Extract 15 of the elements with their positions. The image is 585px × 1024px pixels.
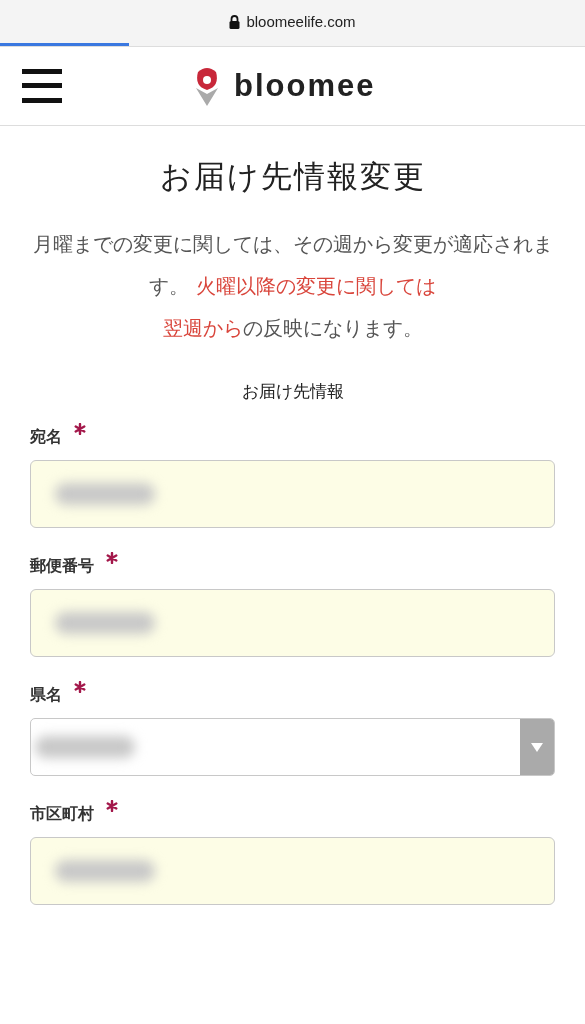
field-label: 郵便番号 — [30, 556, 94, 577]
section-title: お届け先情報 — [240, 380, 345, 403]
input-field[interactable] — [30, 460, 555, 528]
logo-text[interactable]: bloomee — [234, 68, 376, 104]
input-field[interactable] — [30, 837, 555, 905]
field-label: 県名 — [30, 685, 62, 706]
url-text[interactable]: bloomeelife.com — [246, 13, 356, 30]
field-label: 市区町村 — [30, 804, 94, 825]
lock-icon — [229, 14, 241, 29]
select-field[interactable] — [30, 718, 555, 776]
input-field[interactable] — [30, 589, 555, 657]
page-title: お届け先情報変更 — [158, 157, 427, 196]
notice-text: 月曜までの変更に関しては、その週から変更が適応されます。 火曜以降の変更に関しては 翌週からの反映になります。 — [31, 232, 554, 342]
menu-icon[interactable] — [22, 68, 62, 104]
field-label: 宛名 — [30, 427, 62, 448]
